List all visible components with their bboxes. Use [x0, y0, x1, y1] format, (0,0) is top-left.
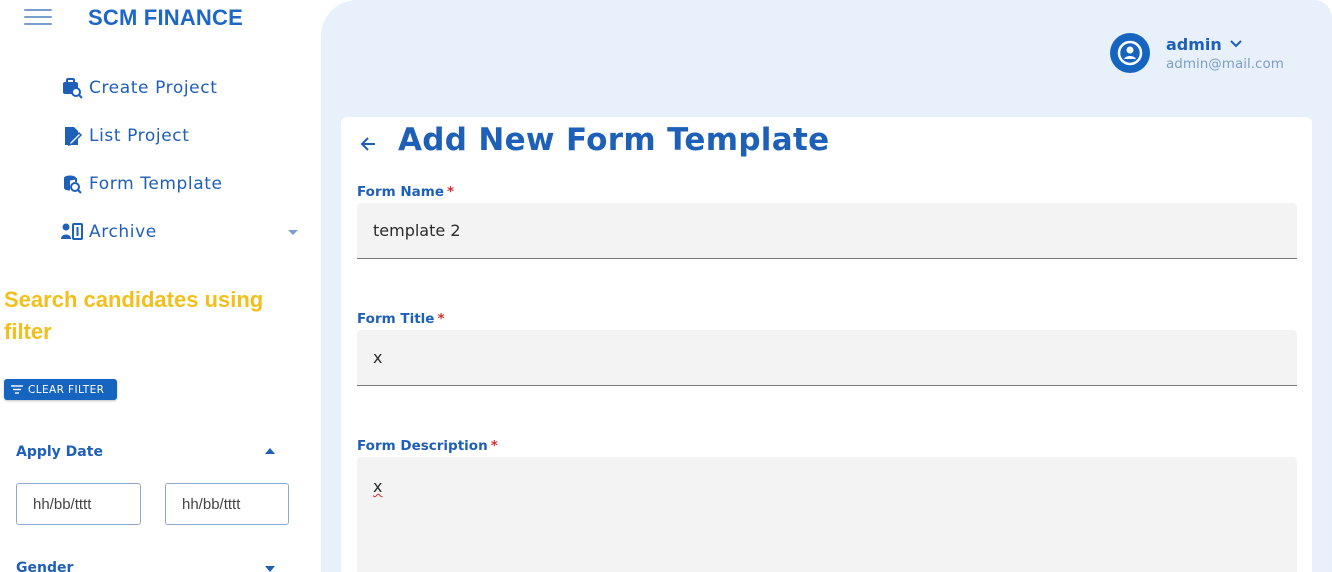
- app-brand: SCM FINANCE: [88, 5, 243, 30]
- apply-date-from-input[interactable]: hh/bb/tttt: [16, 483, 141, 525]
- form-description-label: Form Description *: [357, 438, 498, 454]
- input-value: template 2: [373, 221, 461, 240]
- briefcase-search-icon: [60, 76, 84, 100]
- page-title: Add New Form Template: [398, 122, 830, 158]
- input-value: x: [373, 348, 383, 367]
- sidebar-item-label: Create Project: [89, 78, 218, 98]
- filter-heading: Search candidates using filter: [4, 287, 264, 344]
- user-name: admin: [1166, 34, 1222, 54]
- user-email: admin@mail.com: [1166, 55, 1284, 72]
- back-arrow-icon[interactable]: [358, 133, 380, 155]
- filter-list-icon: [11, 384, 23, 394]
- gender-title: Gender: [16, 560, 74, 572]
- chevron-down-icon: [1230, 40, 1242, 48]
- sidebar-item-list-project[interactable]: List Project: [60, 121, 189, 151]
- file-edit-icon: [60, 124, 84, 148]
- form-name-label: Form Name *: [357, 184, 454, 200]
- apply-date-to-input[interactable]: hh/bb/tttt: [165, 483, 289, 525]
- sidebar-item-label: List Project: [89, 126, 190, 146]
- label-text: Form Description: [357, 438, 488, 454]
- sidebar: SCM FINANCE Create Project List Project: [0, 0, 321, 572]
- label-text: Form Title: [357, 311, 435, 327]
- date-placeholder: hh/bb/tttt: [182, 495, 241, 513]
- clear-filter-button[interactable]: CLEAR FILTER: [4, 379, 117, 400]
- sidebar-item-label: Archive: [89, 222, 157, 242]
- sidebar-item-label: Form Template: [89, 174, 223, 194]
- form-description-textarea[interactable]: x: [357, 457, 1297, 572]
- caret-down-icon[interactable]: [287, 228, 299, 236]
- form-name-input[interactable]: template 2: [357, 203, 1297, 259]
- archive-person-icon: [60, 220, 84, 244]
- required-mark: *: [437, 311, 445, 327]
- form-title-input[interactable]: x: [357, 330, 1297, 386]
- sidebar-item-form-template[interactable]: Form Template: [60, 169, 223, 199]
- user-menu[interactable]: admin admin@mail.com: [1110, 32, 1284, 74]
- input-value: x: [373, 477, 383, 496]
- caret-up-icon[interactable]: [265, 448, 275, 454]
- apply-date-title: Apply Date: [16, 444, 103, 460]
- menu-icon[interactable]: [24, 8, 52, 28]
- date-placeholder: hh/bb/tttt: [33, 495, 92, 513]
- required-mark: *: [447, 184, 455, 200]
- account-circle-icon: [1110, 33, 1150, 73]
- label-text: Form Name: [357, 184, 445, 200]
- sidebar-item-create-project[interactable]: Create Project: [60, 73, 217, 103]
- database-search-icon: [60, 172, 84, 196]
- sidebar-item-archive[interactable]: Archive: [60, 217, 157, 247]
- required-mark: *: [490, 438, 498, 454]
- clear-filter-label: CLEAR FILTER: [28, 383, 105, 396]
- caret-down-icon[interactable]: [265, 566, 275, 572]
- form-title-label: Form Title *: [357, 311, 445, 327]
